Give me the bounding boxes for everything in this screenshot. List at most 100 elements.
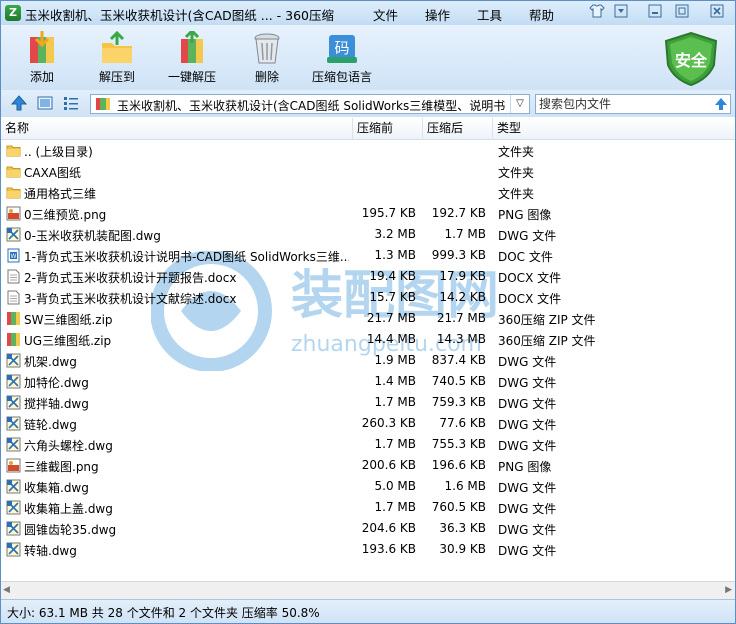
path-combobox[interactable]: 玉米收割机、玉米收获机设计(含CAD图纸 SolidWorks三维模型、说明书 … [90,94,530,114]
file-size-before: 15.7 KB [369,290,416,304]
horizontal-scrollbar[interactable]: ◀ ▶ [1,581,735,599]
file-name: 加特伦.dwg [24,376,89,390]
thumbnail-view-icon[interactable] [37,95,53,111]
settings-menu-icon[interactable] [612,4,630,20]
archive-language-button[interactable]: 码 压缩包语言 [307,29,377,87]
file-size-before: 1.3 MB [374,248,416,262]
status-bar: 大小: 63.1 MB 共 28 个文件和 2 个文件夹 压缩率 50.8% [1,599,735,623]
add-button[interactable]: 添加 [7,29,77,87]
file-name: 收集箱上盖.dwg [24,502,113,516]
column-header-size-after[interactable]: 压缩后 [423,118,493,139]
file-row[interactable]: 3-背负式玉米收获机设计文献综述.docx 15.7 KB 14.2 KB DOCX … [1,287,735,308]
file-row[interactable]: 收集箱.dwg 5.0 MB 1.6 MB DWG 文件 [1,476,735,497]
extract-to-button[interactable]: 解压到 [82,29,152,87]
dwg-file-icon [6,542,21,557]
scroll-right-icon[interactable]: ▶ [725,585,732,595]
file-row[interactable]: CAXA图纸 文件夹 [1,161,735,182]
skin-icon[interactable] [588,4,606,20]
file-size-before: 200.6 KB [361,458,416,472]
file-size-after: 1.6 MB [444,479,486,493]
file-row[interactable]: UG三维图纸.zip 14.4 MB 14.3 MB 360压缩 ZIP 文件 [1,329,735,350]
one-click-extract-button[interactable]: 一键解压 [157,28,227,87]
menu-tools[interactable]: 工具 [477,5,502,24]
dwg-file-icon [6,500,21,515]
file-type: DWG 文件 [498,523,557,537]
file-row[interactable]: 通用格式三维 文件夹 [1,182,735,203]
security-shield-button[interactable]: 安全 [662,31,720,87]
delete-button[interactable]: 删除 [232,29,302,87]
file-row[interactable]: 加特伦.dwg 1.4 MB 740.5 KB DWG 文件 [1,371,735,392]
menu-file[interactable]: 文件 [373,5,398,24]
file-row[interactable]: SW三维图纸.zip 21.7 MB 21.7 MB 360压缩 ZIP 文件 [1,308,735,329]
window-title: 玉米收割机、玉米收获机设计(含CAD图纸 ... - 360压缩 [25,8,334,23]
dwg-file-icon [6,416,21,431]
archive-path-icon [95,97,111,111]
docx-file-icon [6,269,21,284]
file-type: DOCX 文件 [498,292,562,306]
file-row[interactable]: 三维截图.png 200.6 KB 196.6 KB PNG 图像 [1,455,735,476]
file-row[interactable]: 链轮.dwg 260.3 KB 77.6 KB DWG 文件 [1,413,735,434]
file-size-before: 19.4 KB [369,269,416,283]
file-row[interactable]: 收集箱上盖.dwg 1.7 MB 760.5 KB DWG 文件 [1,497,735,518]
file-size-before: 260.3 KB [361,416,416,430]
svg-text:W: W [11,253,17,260]
search-box[interactable] [535,94,731,114]
file-type: DWG 文件 [498,439,557,453]
file-type: DWG 文件 [498,502,557,516]
file-row[interactable]: 2-背负式玉米收获机设计开题报告.docx 19.4 KB 17.9 KB DOCX … [1,266,735,287]
column-header-type[interactable]: 类型 [493,118,735,139]
file-type: DOC 文件 [498,250,553,264]
file-row[interactable]: 0三维预览.png 195.7 KB 192.7 KB PNG 图像 [1,203,735,224]
file-name: 搅拌轴.dwg [24,397,89,411]
file-name: 机架.dwg [24,355,77,369]
file-size-before: 21.7 MB [366,311,416,325]
file-type: 文件夹 [498,145,535,159]
search-input[interactable] [539,96,709,112]
extract-to-label: 解压到 [98,70,135,84]
file-size-before: 14.4 MB [366,332,416,346]
file-row[interactable]: 0-玉米收获机装配图.dwg 3.2 MB 1.7 MB DWG 文件 [1,224,735,245]
maximize-icon[interactable] [673,4,691,20]
file-size-before: 193.6 KB [361,542,416,556]
column-headers: 名称 压缩前 压缩后 类型 [1,118,735,140]
file-row[interactable]: 六角头螺栓.dwg 1.7 MB 755.3 KB DWG 文件 [1,434,735,455]
file-list: .. (上级目录) 文件夹 CAXA图纸 文件夹 通用格式三维 文件夹 0三维预览.png 1… [1,140,735,580]
up-arrow-icon[interactable] [10,95,28,111]
file-type: DWG 文件 [498,544,557,558]
file-type: 文件夹 [498,166,535,180]
file-name: 链轮.dwg [24,418,77,432]
column-header-compressed[interactable]: 压缩前 [353,118,423,139]
file-name: 圆锥齿轮35.dwg [24,523,117,537]
file-row[interactable]: .. (上级目录) 文件夹 [1,140,735,161]
file-size-after: 30.9 KB [439,542,486,556]
file-row[interactable]: W 1-背负式玉米收获机设计说明书-CAD图纸 SolidWorks三维... 1.… [1,245,735,266]
file-type: PNG 图像 [498,460,552,474]
column-header-name[interactable]: 名称 [1,118,353,139]
file-size-after: 196.6 KB [431,458,486,472]
scroll-left-icon[interactable]: ◀ [3,585,10,595]
file-row[interactable]: 搅拌轴.dwg 1.7 MB 759.3 KB DWG 文件 [1,392,735,413]
file-row[interactable]: 机架.dwg 1.9 MB 837.4 KB DWG 文件 [1,350,735,371]
menu-operate[interactable]: 操作 [425,5,450,24]
file-name: 转轴.dwg [24,544,77,558]
minimize-icon[interactable] [646,4,664,20]
file-name: 3-背负式玉米收获机设计文献综述.docx [24,292,237,306]
docx-file-icon [6,290,21,305]
file-size-after: 740.5 KB [431,374,486,388]
one-click-extract-icon [175,28,209,65]
menu-help[interactable]: 帮助 [529,5,554,24]
file-size-after: 837.4 KB [431,353,486,367]
list-view-icon[interactable] [63,95,79,111]
main-toolbar: 添加 解压到 一键解压 删除 码 压缩包语言 [1,25,735,90]
file-name: SW三维图纸.zip [24,313,113,327]
security-label: 安全 [674,51,707,70]
search-icon[interactable] [714,97,728,111]
close-icon[interactable] [708,4,726,20]
archive-language-label: 压缩包语言 [311,70,372,84]
path-dropdown-icon[interactable]: ▽ [510,95,529,113]
file-row[interactable]: 圆锥齿轮35.dwg 204.6 KB 36.3 KB DWG 文件 [1,518,735,539]
file-size-after: 1.7 MB [444,227,486,241]
zip-archive-icon [6,311,21,326]
file-row[interactable]: 转轴.dwg 193.6 KB 30.9 KB DWG 文件 [1,539,735,560]
file-size-after: 77.6 KB [439,416,486,430]
